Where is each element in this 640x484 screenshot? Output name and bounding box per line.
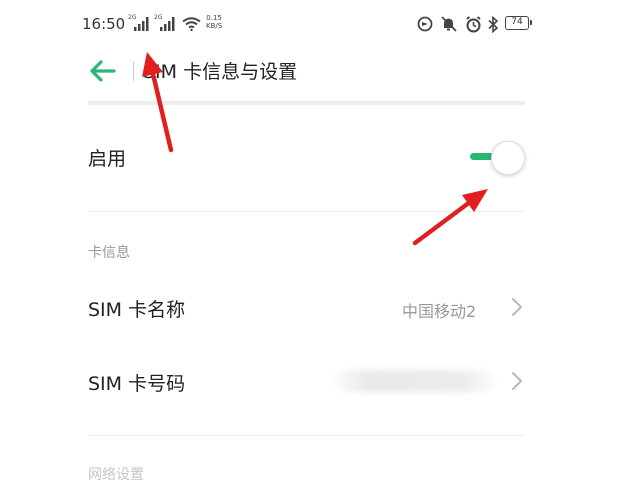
phone-screen: 16:50 2G 2G 0.15 KB/S 74 SIM 卡信息与设置 启用 卡… [0,0,640,483]
annotation-arrows [142,52,488,246]
red-arrow-to-signal [142,52,174,153]
red-arrow-to-toggle [412,189,488,246]
